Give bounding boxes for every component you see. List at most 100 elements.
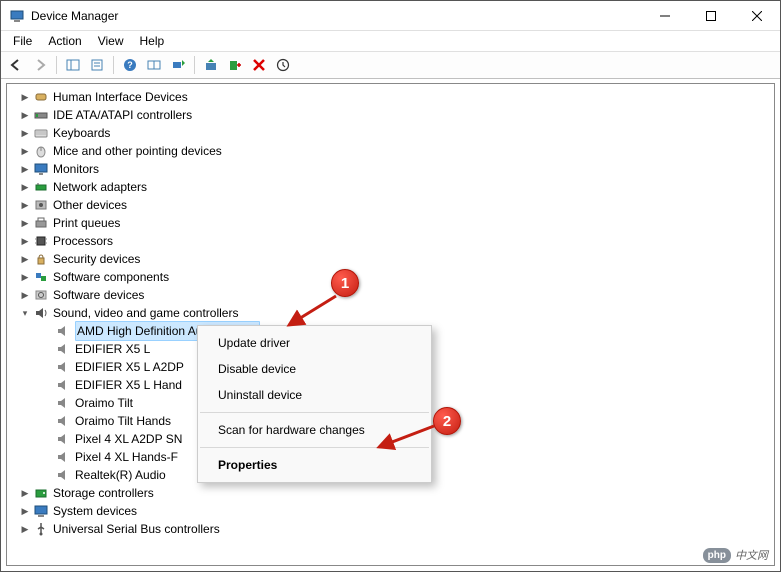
back-button[interactable] [5,54,27,76]
device-label: Pixel 4 XL Hands-F [75,448,178,466]
expand-icon[interactable]: ▶ [19,145,31,157]
category-sound[interactable]: ▾ Sound, video and game controllers [19,304,774,322]
scan-hardware-button[interactable] [167,54,189,76]
menu-help[interactable]: Help [132,32,173,50]
speaker-icon [55,431,71,447]
menu-bar: File Action View Help [1,31,780,51]
speaker-icon [55,377,71,393]
keyboard-icon [33,125,49,141]
expand-icon[interactable]: ▶ [19,235,31,247]
toolbar-separator [194,56,195,74]
category-label: IDE ATA/ATAPI controllers [53,106,192,124]
category-mice[interactable]: ▶ Mice and other pointing devices [19,142,774,160]
category-keyboards[interactable]: ▶ Keyboards [19,124,774,142]
security-icon [33,251,49,267]
swcomp-icon [33,269,49,285]
expand-icon[interactable]: ▶ [19,253,31,265]
context-menu-update-driver[interactable]: Update driver [198,330,431,356]
category-label: Sound, video and game controllers [53,304,238,322]
properties-icon-button[interactable] [86,54,108,76]
context-menu-disable-device[interactable]: Disable device [198,356,431,382]
speaker-icon [55,395,71,411]
processor-icon [33,233,49,249]
category-label: Universal Serial Bus controllers [53,520,220,538]
category-monitors[interactable]: ▶ Monitors [19,160,774,178]
expand-icon[interactable]: ▶ [19,127,31,139]
menu-file[interactable]: File [5,32,40,50]
expand-icon[interactable]: ▶ [19,271,31,283]
category-storage[interactable]: ▶ Storage controllers [19,484,774,502]
show-hide-console-button[interactable] [62,54,84,76]
other-icon [33,197,49,213]
device-label: EDIFIER X5 L A2DP [75,358,184,376]
expand-icon[interactable]: ▶ [19,289,31,301]
system-icon [33,503,49,519]
category-label: Security devices [53,250,140,268]
expand-icon[interactable]: ▶ [19,91,31,103]
minimize-button[interactable] [642,1,688,31]
expand-icon[interactable]: ▶ [19,505,31,517]
category-print[interactable]: ▶ Print queues [19,214,774,232]
usb-icon [33,521,49,537]
category-label: Mice and other pointing devices [53,142,222,160]
category-label: Print queues [53,214,120,232]
title-bar: Device Manager [1,1,780,31]
category-label: Storage controllers [53,484,154,502]
context-menu-separator [200,412,429,413]
category-swdev[interactable]: ▶ Software devices [19,286,774,304]
menu-view[interactable]: View [90,32,132,50]
network-icon [33,179,49,195]
watermark-text: 中文网 [735,547,768,563]
category-security[interactable]: ▶ Security devices [19,250,774,268]
add-legacy-button[interactable] [272,54,294,76]
expand-icon[interactable]: ▶ [19,523,31,535]
annotation-badge-1: 1 [331,269,359,297]
context-menu: Update driver Disable device Uninstall d… [197,325,432,483]
speaker-icon [55,467,71,483]
forward-button[interactable] [29,54,51,76]
category-label: Keyboards [53,124,110,142]
category-swcomp[interactable]: ▶ Software components [19,268,774,286]
expand-icon[interactable]: ▶ [19,487,31,499]
context-menu-scan-hardware[interactable]: Scan for hardware changes [198,417,431,443]
category-label: Other devices [53,196,127,214]
speaker-icon [55,341,71,357]
category-network[interactable]: ▶ Network adapters [19,178,774,196]
watermark-badge: php [703,548,731,563]
expand-icon[interactable]: ▶ [19,199,31,211]
category-label: Monitors [53,160,99,178]
window-title: Device Manager [31,9,642,23]
category-label: System devices [53,502,137,520]
toolbar-separator [56,56,57,74]
context-menu-uninstall-device[interactable]: Uninstall device [198,382,431,408]
close-button[interactable] [734,1,780,31]
expand-icon[interactable]: ▶ [19,217,31,229]
window-controls [642,1,780,31]
device-label: Oraimo Tilt Hands [75,412,171,430]
uninstall-device-button[interactable] [248,54,270,76]
category-hid[interactable]: ▶ Human Interface Devices [19,88,774,106]
context-menu-properties[interactable]: Properties [198,452,431,478]
category-ide[interactable]: ▶ IDE ATA/ATAPI controllers [19,106,774,124]
category-label: Software devices [53,286,144,304]
category-label: Software components [53,268,169,286]
printer-icon [33,215,49,231]
device-label: EDIFIER X5 L [75,340,150,358]
category-system[interactable]: ▶ System devices [19,502,774,520]
expand-icon[interactable]: ▶ [19,163,31,175]
category-processors[interactable]: ▶ Processors [19,232,774,250]
mouse-icon [33,143,49,159]
collapse-icon[interactable]: ▾ [19,307,31,319]
watermark: php 中文网 [703,547,768,563]
expand-icon[interactable]: ▶ [19,181,31,193]
help-button[interactable]: ? [119,54,141,76]
menu-action[interactable]: Action [40,32,89,50]
maximize-button[interactable] [688,1,734,31]
disable-device-button[interactable] [224,54,246,76]
update-driver-button[interactable] [200,54,222,76]
storage-icon [33,485,49,501]
action-center-button[interactable] [143,54,165,76]
category-other[interactable]: ▶ Other devices [19,196,774,214]
category-usb[interactable]: ▶ Universal Serial Bus controllers [19,520,774,538]
expand-icon[interactable]: ▶ [19,109,31,121]
